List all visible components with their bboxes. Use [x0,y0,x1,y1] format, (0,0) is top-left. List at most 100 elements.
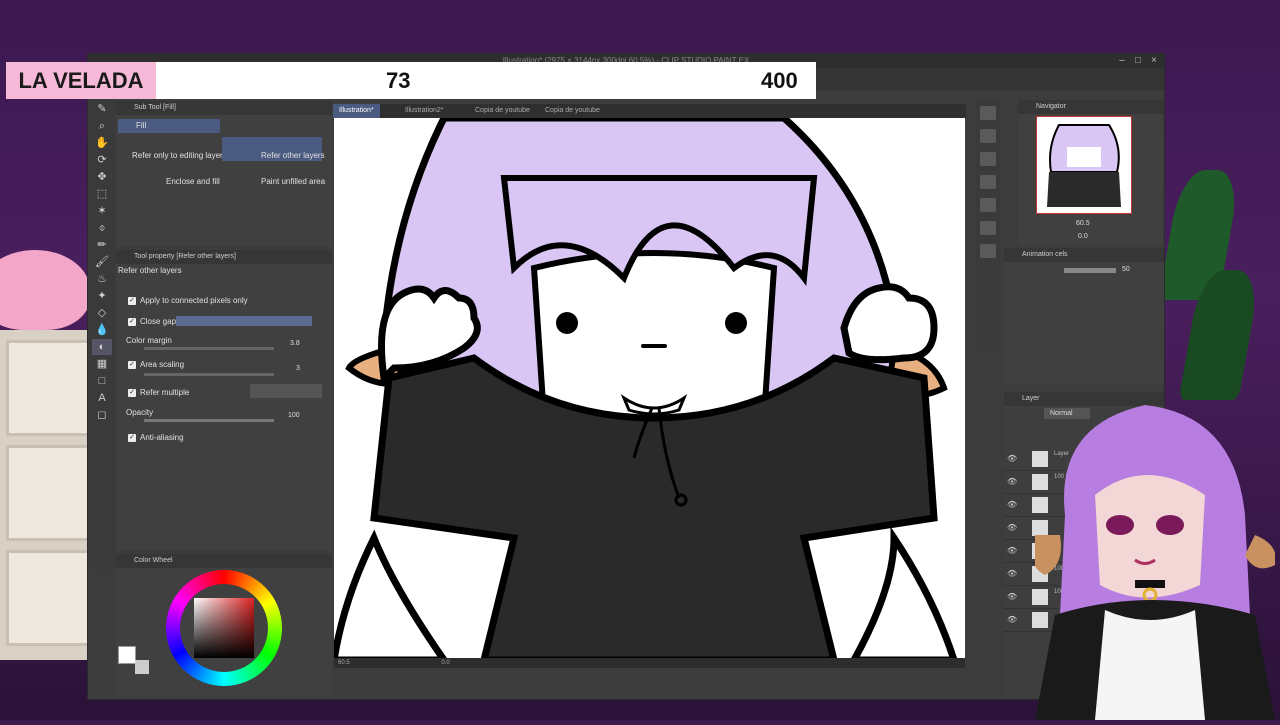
score-label: LA VELADA [6,62,156,99]
color-margin-value[interactable]: 3.8 [290,340,300,347]
subtool-fill[interactable]: Fill [118,119,220,133]
layer-icon[interactable] [980,198,996,212]
command-bar-right [976,100,1000,350]
rotate-icon[interactable]: ⟳ [92,152,112,168]
eye-icon[interactable]: 👁 [1007,569,1017,578]
tab-copia-1[interactable]: Copia de youtube [469,104,536,118]
eye-icon[interactable]: 👁 [1007,592,1017,601]
balloon-icon[interactable]: ◻ [92,407,112,423]
area-scaling-slider[interactable] [144,373,274,376]
tab-color-wheel[interactable]: Color Wheel [134,557,173,564]
decoration-icon[interactable]: ✦ [92,288,112,304]
eye-icon[interactable]: 👁 [1007,454,1017,463]
subtool-refer-other[interactable]: Refer other layers [261,151,325,160]
navigator-rotate[interactable]: 0.0 [1078,233,1088,240]
pencil-icon[interactable]: ✏ [92,237,112,253]
drawing-canvas[interactable] [334,118,965,660]
score-right: 400 [761,68,798,93]
anti-aliasing-row[interactable]: ✓ Anti-aliasing [128,433,184,442]
pen-tool-icon[interactable]: ✎ [92,101,112,117]
score-left: 73 [386,68,411,93]
close-icon[interactable]: × [1148,55,1160,66]
apply-connected-label: Apply to connected pixels only [140,296,248,305]
score-banner: LA VELADA 73 400 [6,62,816,99]
area-scaling-value[interactable]: 3 [296,365,300,372]
selection-icon[interactable]: ⬚ [92,186,112,202]
tab-illustration2[interactable]: Illustration2* [399,104,450,118]
hand-icon[interactable]: ✋ [92,135,112,151]
checkbox-icon[interactable]: ✓ [128,317,136,326]
subtool-enclose-fill[interactable]: Enclose and fill [166,177,220,186]
angle-value[interactable]: 0.0 [441,660,449,666]
color-wheel[interactable] [166,570,282,686]
airbrush-icon[interactable]: ♨ [92,271,112,287]
tool-bar: ✎ ⌕ ✋ ⟳ ✥ ⬚ ✶ ⌽ ✏ 🖌 ♨ ✦ ◇ 💧 ◐ ▦ □ A ◻ [89,100,115,570]
subtool-panel: Sub Tool [Fill] Fill Refer only to editi… [116,101,332,246]
color-margin-label: Color margin [126,336,172,345]
animation-slider[interactable] [1064,268,1116,273]
gradient-icon[interactable]: ▦ [92,356,112,372]
animation-value[interactable]: 50 [1122,266,1130,273]
opacity-value[interactable]: 100 [288,412,300,419]
thumbnail-illustration [1047,124,1121,207]
animation-panel: Animation cels 50 [1004,248,1164,383]
maximize-icon[interactable]: □ [1132,55,1144,66]
close-gap-row[interactable]: ✓ Close gap [128,317,176,326]
figure-icon[interactable]: □ [92,373,112,389]
area-scaling-row[interactable]: ✓ Area scaling [128,360,184,369]
close-icon[interactable] [980,106,996,120]
eye-icon[interactable]: 👁 [1007,477,1017,486]
zoom-icon[interactable]: ⌕ [92,118,112,134]
eraser-icon[interactable]: ◇ [92,305,112,321]
vtuber-avatar-art [1031,405,1276,720]
main-color-swatch[interactable] [118,646,136,664]
canvas-status-bar: 60.5 0.0 [334,658,965,668]
subtool-paint-unfilled[interactable]: Paint unfilled area [261,177,325,186]
close-icon[interactable] [980,152,996,166]
layer-icon[interactable] [980,221,996,235]
area-scaling-label: Area scaling [140,360,185,369]
color-panel-header: Color Wheel [116,554,332,568]
layer-icon[interactable] [980,129,996,143]
opacity-slider[interactable] [144,419,274,422]
blend-icon[interactable]: 💧 [92,322,112,338]
minimize-icon[interactable]: – [1116,55,1128,66]
move-icon[interactable]: ✥ [92,169,112,185]
checkbox-icon[interactable]: ✓ [128,360,136,369]
grid-icon[interactable] [980,175,996,189]
navigator-thumbnail[interactable] [1036,116,1132,214]
checkbox-icon[interactable]: ✓ [128,433,136,442]
fill-icon[interactable]: ◐ [92,339,112,355]
tab-copia-2[interactable]: Copia de youtube [539,104,606,118]
close-gap-label: Close gap [140,317,177,326]
close-gap-selector[interactable] [176,316,312,326]
eye-icon[interactable]: 👁 [1007,500,1017,509]
navigator-title: Navigator [1018,100,1163,114]
checkbox-icon[interactable]: ✓ [128,388,136,397]
refer-multiple-label: Refer multiple [140,388,190,397]
refer-multiple-row[interactable]: ✓ Refer multiple [128,388,189,397]
tool-property-title: Refer other layers [118,266,182,275]
subtool-refer-editing[interactable]: Refer only to editing layer [132,151,223,160]
navigator-panel: Navigator 60.5 0.0 [1018,100,1163,245]
eye-icon[interactable]: 👁 [1007,546,1017,555]
apply-connected-row[interactable]: ✓ Apply to connected pixels only [128,296,248,305]
color-margin-slider[interactable] [144,347,274,350]
sub-color-swatch[interactable] [135,660,149,674]
eyedropper-icon[interactable]: ⌽ [92,220,112,236]
shelf-cell [6,550,90,646]
layer-icon[interactable] [980,244,996,258]
magic-wand-icon[interactable]: ✶ [92,203,112,219]
text-icon[interactable]: A [92,390,112,406]
checkbox-icon[interactable]: ✓ [128,296,136,305]
zoom-value[interactable]: 60.5 [338,660,350,666]
brush-icon[interactable]: 🖌 [92,254,112,270]
eye-icon[interactable]: 👁 [1007,523,1017,532]
tab-illustration[interactable]: Illustration* [333,104,380,118]
vtuber-avatar [1031,395,1276,720]
color-square[interactable] [194,598,254,658]
tool-property-header: Tool property [Refer other layers] [116,250,332,264]
eye-icon[interactable]: 👁 [1007,615,1017,624]
navigator-zoom[interactable]: 60.5 [1076,220,1090,227]
refer-multiple-options[interactable] [250,384,322,398]
